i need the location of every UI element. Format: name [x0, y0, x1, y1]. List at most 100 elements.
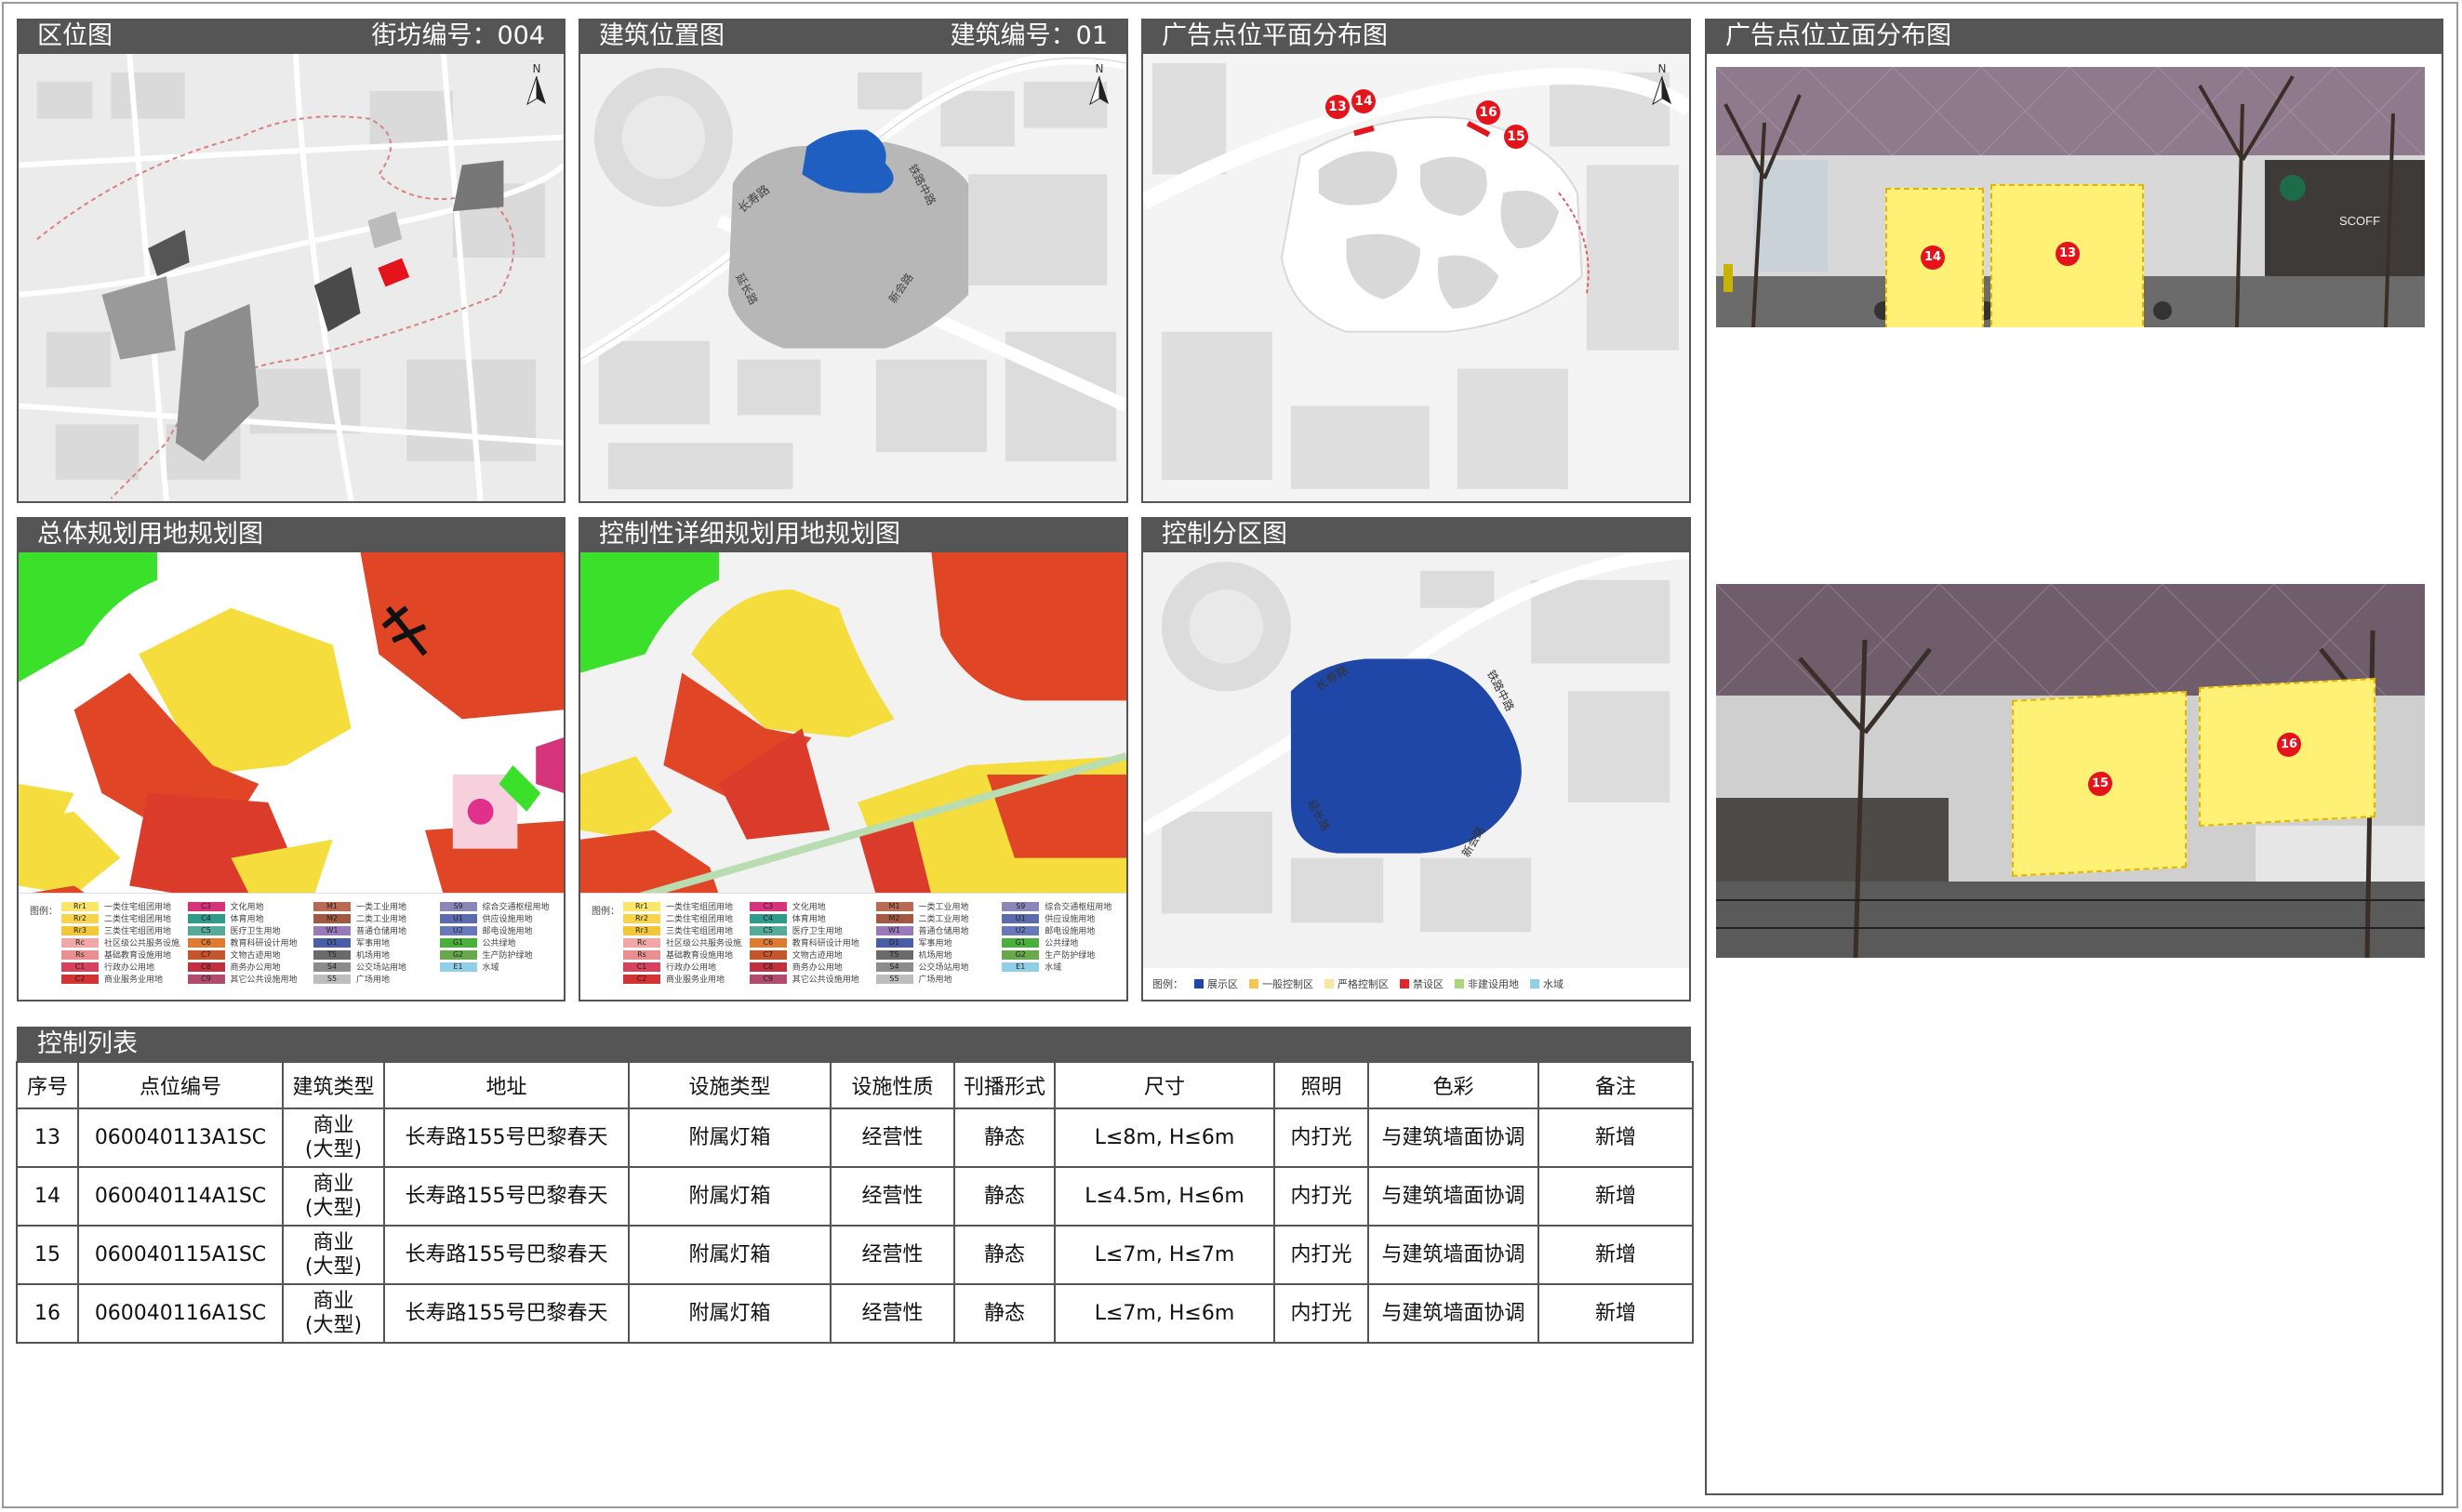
- cell-nature: 经营性: [830, 1107, 955, 1168]
- legend-label: 生产防护绿地: [1045, 951, 1096, 960]
- legend-label: 邮电设施用地: [482, 927, 533, 935]
- legend-label: 行政办公用地: [104, 963, 155, 972]
- legend-label: 综合交通枢纽用地: [1045, 903, 1112, 911]
- legend-swatch: G1: [1002, 937, 1040, 948]
- legend-label: 一类工业用地: [918, 903, 969, 911]
- legend-item: M1 一类工业用地: [875, 901, 995, 911]
- legend-item: S9 综合交通枢纽用地: [439, 901, 559, 911]
- legend-label: 文化用地: [230, 903, 264, 911]
- legend-swatch: C8: [187, 962, 225, 972]
- ad-board-15-badge: 15: [2088, 771, 2112, 797]
- ad-point-marker-13: 13: [1325, 95, 1350, 119]
- cell-color: 与建筑墙面协调: [1367, 1107, 1539, 1168]
- legend-swatch: C7: [749, 949, 787, 960]
- cell-light: 内打光: [1273, 1107, 1369, 1168]
- zoning-legend-item: 一般控制区: [1249, 976, 1313, 991]
- legend-label: 一类住宅组团用地: [666, 903, 734, 911]
- cell-size: L≤4.5m, H≤6m: [1054, 1166, 1275, 1227]
- cell-no: 16: [16, 1283, 79, 1344]
- legend-label: 普通仓储用地: [918, 927, 969, 935]
- legend-swatch: S9: [1002, 901, 1040, 911]
- legend-swatch: C5: [749, 925, 787, 935]
- cell-address: 长寿路155号巴黎春天: [383, 1107, 630, 1168]
- building-location-graphic: 长寿路 铁路中路 延长路 新会路: [580, 54, 1126, 501]
- legend-label: 机场用地: [356, 951, 391, 960]
- ad-board-13: 13: [1990, 184, 2144, 327]
- legend-item: W1 普通仓储用地: [875, 925, 995, 935]
- north-label: N: [1658, 62, 1667, 75]
- legend-swatch: C7: [187, 949, 225, 960]
- zoning-map: 长寿路 铁路中路 延长路 新会路 图例： 展示区 一般控制区 严格控制区 禁设区…: [1141, 552, 1691, 1001]
- legend-label: 普通仓储用地: [356, 927, 407, 935]
- legend-swatch: Rc: [623, 937, 660, 948]
- legend-label: 公共绿地: [1045, 939, 1079, 948]
- col-header: 尺寸: [1054, 1061, 1275, 1109]
- legend-label: 体育用地: [230, 915, 264, 923]
- north-label: N: [533, 62, 541, 75]
- cell-size: L≤7m, H≤6m: [1054, 1283, 1275, 1344]
- legend-label: 基础教育设施用地: [104, 951, 172, 960]
- legend-swatch: U2: [1002, 925, 1040, 935]
- legend-label: 体育用地: [792, 915, 826, 923]
- legend-item: Rr3 三类住宅组团用地: [61, 925, 180, 935]
- table-row: 15 060040115A1SC 商业 (大型) 长寿路155号巴黎春天 附属灯箱…: [16, 1225, 1694, 1285]
- panel-title: 控制性详细规划用地规划图: [599, 520, 900, 549]
- cell-size: L≤7m, H≤7m: [1054, 1225, 1275, 1285]
- legend-item: U1 供应设施用地: [439, 913, 559, 923]
- legend-swatch: C2: [623, 974, 660, 984]
- legend-swatch: U1: [1002, 913, 1040, 923]
- cell-nature: 经营性: [830, 1166, 955, 1227]
- block-number: 街坊编号：004: [371, 21, 545, 50]
- legend-label: 生产防护绿地: [482, 951, 533, 960]
- legend-swatch: C9: [749, 974, 787, 984]
- panel-header: 建筑位置图 建筑编号：01: [579, 19, 1128, 54]
- legend-item: D1 军事用地: [875, 937, 995, 948]
- legend-grid-detail: Rr1 一类住宅组团用地 C3 文化用地 M1 一类工业用地 S9 综合交通枢纽用地 Rr2 二类…: [623, 901, 1121, 984]
- legend-label: 商业服务业用地: [666, 975, 725, 984]
- legend-item: C2 商业服务业用地: [61, 974, 180, 984]
- legend-item: C6 教育科研设计用地: [749, 937, 869, 948]
- panel-header: 控制列表: [17, 1027, 1691, 1062]
- legend-label: 水域: [1045, 963, 1062, 972]
- cell-facility: 附属灯箱: [628, 1283, 832, 1344]
- legend-swatch: C5: [187, 925, 225, 935]
- legend-item: S5 广场用地: [875, 974, 995, 984]
- panel-title: 总体规划用地规划图: [37, 520, 263, 549]
- legend-label: 医疗卫生用地: [230, 927, 281, 935]
- legend-item: U2 邮电设施用地: [439, 925, 559, 935]
- legend-swatch: S5: [313, 974, 351, 984]
- building-location-map: 长寿路 铁路中路 延长路 新会路 N: [579, 54, 1128, 503]
- legend-swatch: Rr1: [623, 901, 660, 911]
- legend-item: D1 军事用地: [313, 937, 433, 948]
- legend-swatch: M1: [313, 901, 351, 911]
- ad-point-marker-14: 14: [1351, 89, 1376, 113]
- cell-form: 静态: [953, 1225, 1056, 1285]
- legend-item: Rr3 三类住宅组团用地: [623, 925, 742, 935]
- legend-item: Rc 社区级公共服务设施用地: [61, 937, 180, 948]
- legend-swatch: S5: [875, 974, 913, 984]
- elevation-body: SCOFF 14 13 15 16: [1705, 54, 2443, 1495]
- legend-swatch: C4: [187, 913, 225, 923]
- panel-title: 广告点位立面分布图: [1725, 21, 1951, 50]
- panel-title: 建筑位置图: [599, 21, 725, 50]
- legend-item: T5 机场用地: [875, 949, 995, 960]
- legend-item: Rr2 二类住宅组团用地: [623, 913, 742, 923]
- legend-label: 文化用地: [792, 903, 826, 911]
- legend-label: 文物古迹用地: [792, 951, 843, 960]
- cell-color: 与建筑墙面协调: [1367, 1283, 1539, 1344]
- legend-label: 广场用地: [356, 975, 391, 984]
- ad-board-16: 16: [2199, 678, 2375, 827]
- legend-label: 社区级公共服务设施用地: [666, 939, 742, 948]
- legend-label: 二类住宅组团用地: [104, 915, 172, 923]
- legend-swatch: D1: [875, 937, 913, 948]
- legend-swatch: Rr2: [623, 913, 660, 923]
- legend-swatch: Rs: [61, 949, 99, 960]
- legend-item: C6 教育科研设计用地: [187, 937, 307, 948]
- legend-swatch: C6: [749, 937, 787, 948]
- panel-title: 控制列表: [37, 1029, 138, 1058]
- panel-title: 区位图: [37, 21, 113, 50]
- legend-label: 二类工业用地: [918, 915, 969, 923]
- legend-item: Rr1 一类住宅组团用地: [61, 901, 180, 911]
- legend-item: S4 公交场站用地: [875, 962, 995, 972]
- legend-item: C7 文物古迹用地: [187, 949, 307, 960]
